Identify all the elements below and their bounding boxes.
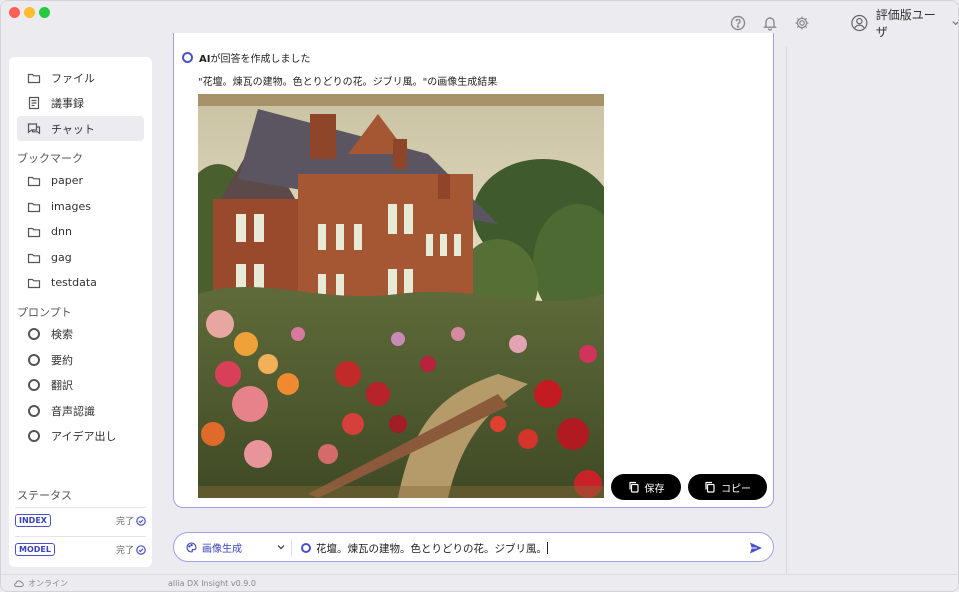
folder-icon (27, 202, 41, 212)
chat-icon (27, 122, 41, 134)
input-status-icon (301, 543, 311, 553)
avatar-icon (851, 14, 868, 32)
save-label: 保存 (644, 483, 665, 495)
chat-input-value: 花壇。煉瓦の建物。色とりどりの花。ジブリ風。 (316, 543, 547, 555)
document-icon (28, 96, 40, 109)
prompt-icon (28, 378, 40, 391)
ai-status-icon (182, 52, 193, 63)
prompts-heading: プロンプト (17, 306, 72, 319)
gear-icon[interactable] (794, 15, 810, 31)
minimize-window-button[interactable] (24, 7, 35, 18)
sidebar-item-label: testdata (51, 276, 97, 289)
sidebar-item-label: images (51, 200, 91, 213)
copy-icon (628, 481, 639, 493)
bookmarks-heading: ブックマーク (17, 152, 83, 165)
status-state: 完了 (116, 543, 146, 556)
status-heading: ステータス (17, 489, 72, 502)
save-button[interactable]: 保存 (611, 474, 681, 500)
sidebar-item-minutes[interactable]: 議事録 (17, 90, 144, 115)
sidebar-item-files[interactable]: ファイル (17, 65, 144, 90)
chevron-down-icon (277, 545, 285, 550)
chat-input-bar: 画像生成 花壇。煉瓦の建物。色とりどりの花。ジブリ風。 (173, 532, 774, 562)
check-circle-icon (136, 544, 146, 555)
sidebar-item-prompt[interactable]: 検索 (17, 321, 144, 346)
status-state: 完了 (116, 514, 146, 527)
status-bar: オンライン allia DX Insight v0.9.0 (1, 574, 958, 591)
right-panel (786, 47, 958, 574)
close-window-button[interactable] (9, 7, 20, 18)
sidebar-item-prompt[interactable]: アイデア出し (17, 423, 144, 448)
sidebar-item-label: dnn (51, 225, 72, 238)
status-state-label: 完了 (115, 517, 134, 527)
maximize-window-button[interactable] (39, 7, 50, 18)
sidebar-item-bookmark[interactable]: testdata (17, 270, 144, 295)
mode-select[interactable]: 画像生成 (186, 540, 286, 555)
sidebar: ファイル 議事録 チャット ブックマーク paper images dnn ga… (9, 57, 152, 567)
sidebar-item-prompt[interactable]: 翻訳 (17, 372, 144, 397)
status-badge: MODEL (15, 543, 55, 556)
folder-icon (27, 278, 41, 288)
sidebar-item-bookmark[interactable]: gag (17, 245, 144, 270)
prompt-icon (28, 353, 40, 366)
user-menu[interactable]: 評価版ユーザ (851, 8, 958, 39)
status-badge: INDEX (15, 514, 51, 527)
input-divider (291, 539, 292, 557)
sidebar-item-label: 議事録 (51, 96, 84, 110)
ai-response-card: AIが回答を作成しました "花壇。煉瓦の建物。色とりどりの花。ジブリ風。"の画像… (173, 33, 774, 508)
folder-icon (27, 73, 41, 83)
check-circle-icon (136, 515, 146, 526)
sidebar-item-label: アイデア出し (51, 429, 117, 443)
ai-message: が回答を作成しました (210, 54, 311, 65)
ai-response-status: AIが回答を作成しました (199, 50, 310, 65)
mode-label: 画像生成 (202, 544, 242, 555)
generated-image-illustration (198, 94, 604, 498)
copy-label: コピー (721, 483, 751, 495)
app-window: 評価版ユーザ ファイル 議事録 チャット ブックマーク paper images (0, 0, 959, 592)
sidebar-item-prompt[interactable]: 要約 (17, 347, 144, 372)
sidebar-item-label: ファイル (51, 71, 95, 85)
status-row-model: MODEL 完了 (15, 536, 146, 562)
sidebar-item-bookmark[interactable]: dnn (17, 219, 144, 244)
send-icon[interactable] (749, 541, 763, 555)
copy-button[interactable]: コピー (688, 474, 767, 500)
sidebar-item-label: 要約 (51, 353, 73, 367)
prompt-icon (28, 429, 40, 442)
folder-icon (27, 176, 41, 186)
user-name: 評価版ユーザ (875, 8, 936, 39)
prompt-icon (28, 327, 40, 340)
sidebar-item-chat[interactable]: チャット (17, 116, 144, 141)
sidebar-item-label: 翻訳 (51, 378, 73, 392)
status-state-label: 完了 (115, 546, 134, 556)
sidebar-item-label: チャット (51, 122, 95, 136)
palette-icon (186, 542, 197, 553)
connection-status: オンライン (13, 578, 68, 589)
text-caret (547, 542, 548, 554)
sidebar-item-bookmark[interactable]: paper (17, 168, 144, 193)
status-row-index: INDEX 完了 (15, 507, 146, 533)
chevron-down-icon (952, 21, 958, 26)
prompt-echo: "花壇。煉瓦の建物。色とりどりの花。ジブリ風。"の画像生成結果 (198, 77, 498, 88)
sidebar-item-label: 音声認識 (51, 404, 95, 418)
sidebar-item-label: gag (51, 251, 72, 264)
prompt-icon (28, 404, 40, 417)
chat-input[interactable]: 花壇。煉瓦の建物。色とりどりの花。ジブリ風。 (316, 541, 548, 556)
bell-icon[interactable] (762, 15, 778, 31)
connection-label: オンライン (28, 579, 68, 588)
folder-icon (27, 253, 41, 263)
sidebar-item-label: 検索 (51, 327, 73, 341)
copy-icon (705, 481, 715, 493)
app-version: allia DX Insight v0.9.0 (168, 579, 256, 588)
cloud-icon (14, 580, 24, 587)
ai-label: AI (199, 54, 211, 65)
ai-response-header: AIが回答を作成しました (182, 50, 310, 65)
sidebar-item-label: paper (51, 174, 83, 187)
sidebar-item-prompt[interactable]: 音声認識 (17, 398, 144, 423)
folder-icon (27, 227, 41, 237)
sidebar-item-bookmark[interactable]: images (17, 194, 144, 219)
generated-image[interactable] (198, 94, 604, 498)
help-icon[interactable] (730, 15, 746, 31)
